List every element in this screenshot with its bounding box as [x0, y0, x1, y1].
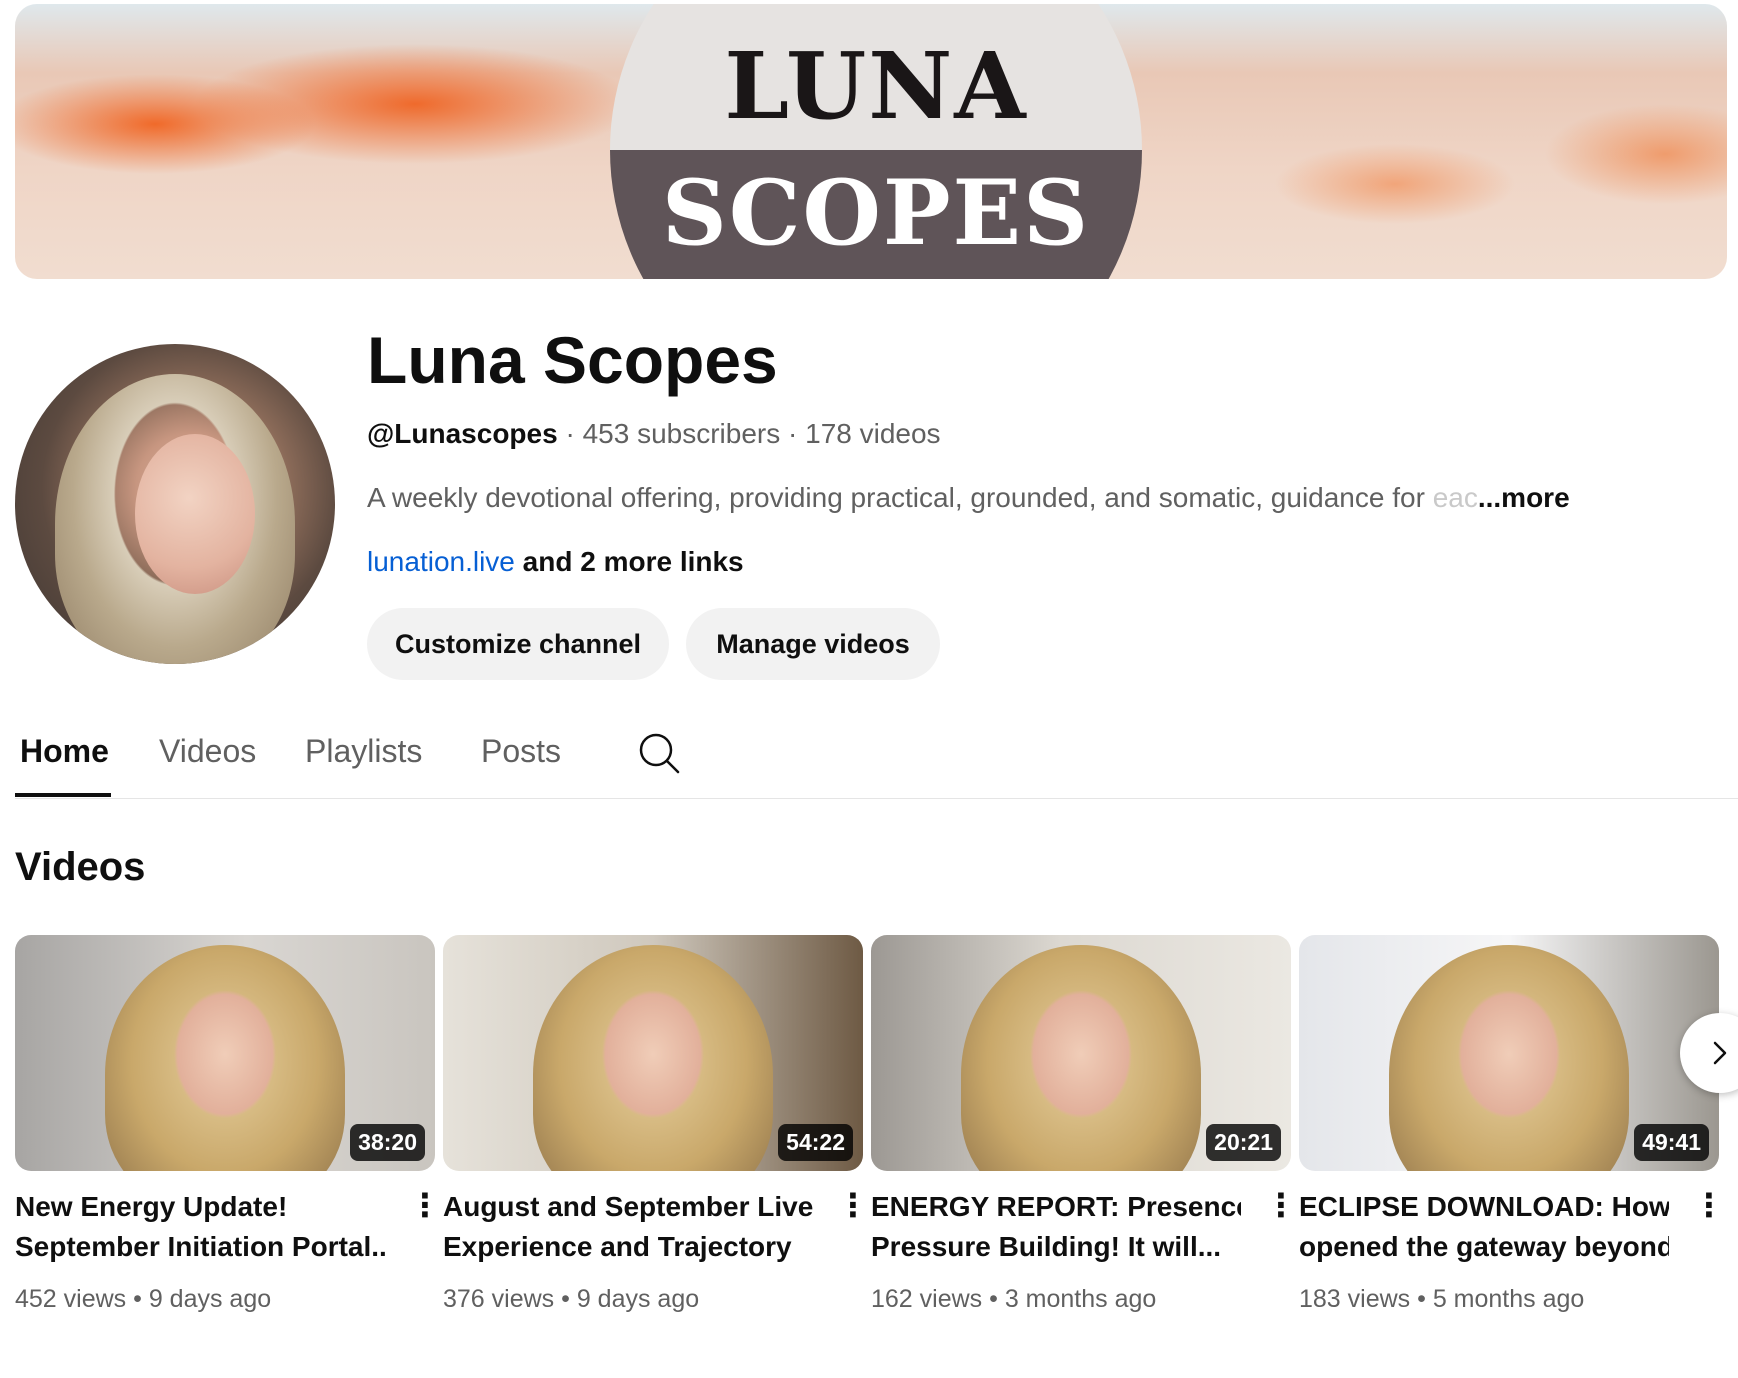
video-meta: 162 views • 3 months ago — [871, 1285, 1156, 1314]
video-title-line2: September Initiation Portal... — [15, 1231, 385, 1262]
channel-handle: @Lunascopes — [367, 418, 558, 449]
video-thumbnail[interactable]: 49:41 — [1299, 935, 1719, 1171]
video-thumbnail[interactable]: 20:21 — [871, 935, 1291, 1171]
video-views: 162 views — [871, 1285, 983, 1313]
more-vert-icon[interactable]: ⋮ — [1693, 1185, 1725, 1225]
meta-separator: · — [780, 418, 806, 449]
video-count: 178 videos — [805, 418, 941, 449]
description-text: A weekly devotional offering, providing … — [367, 482, 1433, 513]
video-duration: 54:22 — [778, 1124, 853, 1161]
banner-logo: LUNA SCOPES — [610, 4, 1142, 279]
subscriber-count: 453 subscribers — [582, 418, 781, 449]
tab-videos[interactable]: Videos — [159, 733, 256, 770]
more-vert-icon[interactable]: ⋮ — [409, 1185, 441, 1225]
tab-posts[interactable]: Posts — [481, 733, 561, 770]
video-age: 9 days ago — [148, 1285, 272, 1313]
meta-dot: • — [982, 1285, 1005, 1313]
more-vert-icon[interactable]: ⋮ — [837, 1185, 869, 1225]
channel-links[interactable]: lunation.live and 2 more links — [367, 546, 744, 578]
video-card[interactable]: 49:41 ECLIPSE DOWNLOAD: How I opened the… — [1299, 935, 1725, 1313]
channel-name: Luna Scopes — [367, 323, 778, 397]
meta-dot: • — [1410, 1285, 1433, 1313]
search-icon[interactable] — [636, 730, 682, 776]
video-meta: 376 views • 9 days ago — [443, 1285, 699, 1314]
video-title-line2: Pressure Building! It will... — [871, 1231, 1222, 1262]
meta-separator: · — [557, 418, 583, 449]
description-more-link[interactable]: ...more — [1478, 482, 1570, 513]
video-title-line2: Experience and Trajectory — [443, 1231, 792, 1262]
thumbnail-person — [533, 945, 773, 1171]
video-duration: 20:21 — [1206, 1124, 1281, 1161]
video-age: 3 months ago — [1004, 1285, 1157, 1313]
video-views: 452 views — [15, 1285, 127, 1313]
banner-logo-text-luna: LUNA — [724, 32, 1028, 140]
thumbnail-person — [1389, 945, 1629, 1171]
banner-logo-text-scopes: SCOPES — [661, 160, 1091, 266]
video-title[interactable]: August and September Lived Experience an… — [443, 1187, 813, 1267]
tab-home[interactable]: Home — [20, 733, 109, 770]
video-title-line1: ECLIPSE DOWNLOAD: How I — [1299, 1191, 1669, 1222]
customize-channel-button[interactable]: Customize channel — [367, 608, 669, 680]
manage-videos-button[interactable]: Manage videos — [686, 608, 940, 680]
more-vert-icon[interactable]: ⋮ — [1265, 1185, 1297, 1225]
channel-meta: @Lunascopes · 453 subscribers · 178 vide… — [367, 418, 941, 450]
active-tab-indicator — [15, 793, 111, 797]
video-title-line1: ENERGY REPORT: Presence — [871, 1191, 1241, 1222]
more-links[interactable]: and 2 more links — [515, 546, 744, 577]
channel-banner: LUNA SCOPES — [15, 4, 1727, 279]
video-title[interactable]: ECLIPSE DOWNLOAD: How I opened the gatew… — [1299, 1187, 1669, 1267]
video-meta: 183 views • 5 months ago — [1299, 1285, 1584, 1314]
tabs-divider — [15, 798, 1738, 799]
video-thumbnail[interactable]: 54:22 — [443, 935, 863, 1171]
video-title[interactable]: New Energy Update! September Initiation … — [15, 1187, 385, 1267]
tab-playlists[interactable]: Playlists — [305, 733, 422, 770]
thumbnail-person — [961, 945, 1201, 1171]
video-views: 183 views — [1299, 1285, 1411, 1313]
video-card[interactable]: 54:22 August and September Lived Experie… — [443, 935, 869, 1313]
video-title-line2: opened the gateway beyond... — [1299, 1231, 1669, 1262]
video-age: 5 months ago — [1432, 1285, 1585, 1313]
channel-avatar[interactable] — [15, 344, 335, 664]
avatar-face — [135, 434, 255, 594]
video-title-line1: August and September Lived — [443, 1191, 813, 1222]
video-card[interactable]: 20:21 ENERGY REPORT: Presence Pressure B… — [871, 935, 1297, 1313]
video-title[interactable]: ENERGY REPORT: Presence Pressure Buildin… — [871, 1187, 1241, 1267]
video-thumbnail[interactable]: 38:20 — [15, 935, 435, 1171]
video-views: 376 views — [443, 1285, 555, 1313]
video-duration: 49:41 — [1634, 1124, 1709, 1161]
meta-dot: • — [126, 1285, 149, 1313]
video-meta: 452 views • 9 days ago — [15, 1285, 271, 1314]
video-title-line1: New Energy Update! — [15, 1191, 288, 1222]
video-card[interactable]: 38:20 New Energy Update! September Initi… — [15, 935, 441, 1313]
channel-description[interactable]: A weekly devotional offering, providing … — [367, 482, 1570, 514]
video-duration: 38:20 — [350, 1124, 425, 1161]
channel-link[interactable]: lunation.live — [367, 546, 515, 577]
section-title-videos: Videos — [15, 845, 146, 889]
thumbnail-person — [105, 945, 345, 1171]
chevron-right-icon — [1713, 1041, 1727, 1065]
video-age: 9 days ago — [576, 1285, 700, 1313]
description-fade: eac — [1432, 482, 1478, 513]
meta-dot: • — [554, 1285, 577, 1313]
